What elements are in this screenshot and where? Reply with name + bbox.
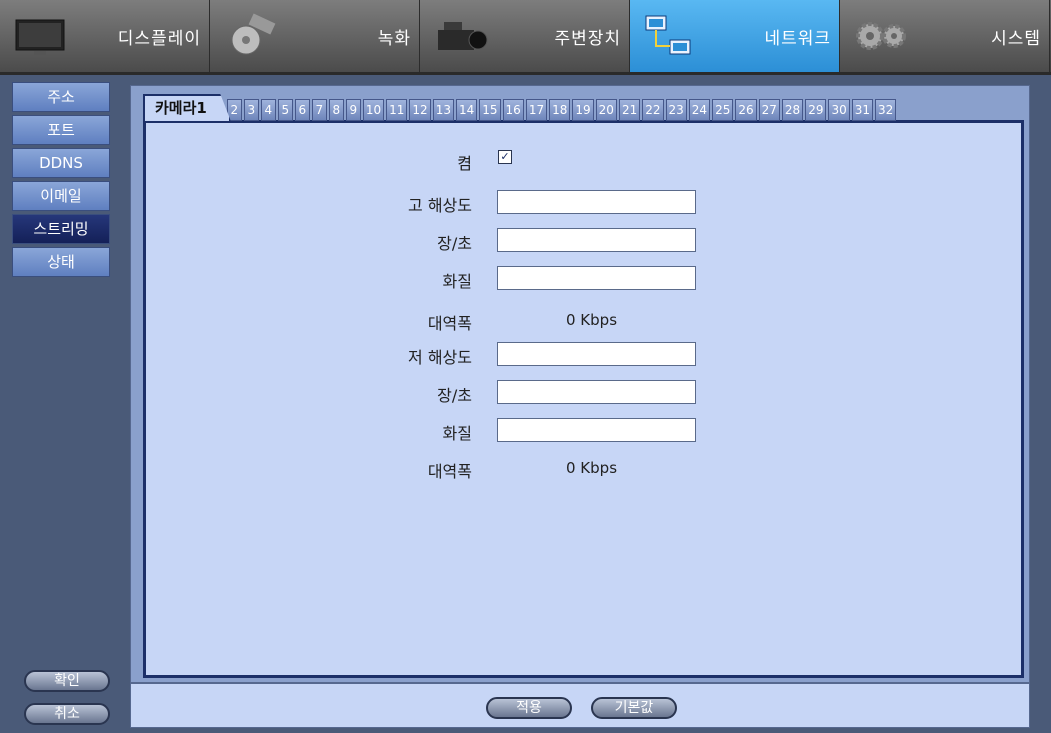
tab-camera-25[interactable]: 25 [712, 99, 734, 121]
tab-camera-19[interactable]: 19 [572, 99, 594, 121]
high-bandwidth-label: 대역폭 [427, 314, 472, 333]
camcorder-icon [438, 22, 488, 50]
sidebar-item-ddns[interactable]: DDNS [12, 148, 110, 178]
sidebar: 주소 포트 DDNS 이메일 스트리밍 상태 [12, 82, 110, 280]
default-button[interactable]: 기본값 [591, 697, 677, 719]
high-bandwidth-value: 0 Kbps [566, 311, 618, 329]
tab-camera-21[interactable]: 21 [618, 99, 641, 121]
low-res-label: 저 해상도 [408, 348, 472, 367]
high-fps-field[interactable] [497, 228, 696, 252]
tab-camera-28[interactable]: 28 [781, 99, 804, 121]
tab-camera-7[interactable]: 7 [311, 99, 327, 121]
tab-camera-23[interactable]: 23 [665, 99, 687, 121]
tab-camera-20[interactable]: 20 [595, 99, 617, 121]
low-quality-field[interactable] [497, 418, 696, 442]
enable-checkbox[interactable]: ✓ [498, 150, 512, 164]
bottom-button-bar [130, 683, 1030, 728]
high-res-field[interactable] [497, 190, 696, 214]
tab-camera-4[interactable]: 4 [260, 99, 276, 121]
tab-camera-13[interactable]: 13 [432, 99, 454, 121]
tab-camera-15[interactable]: 15 [479, 99, 501, 121]
tab-camera-18[interactable]: 18 [549, 99, 571, 121]
sidebar-item-port[interactable]: 포트 [12, 115, 110, 145]
high-fps-label: 장/초 [437, 234, 472, 253]
tab-camera-5[interactable]: 5 [277, 99, 293, 121]
monitor-icon [15, 19, 65, 55]
sidebar-item-address[interactable]: 주소 [12, 82, 110, 112]
tab-camera-8[interactable]: 8 [328, 99, 344, 121]
tab-camera-32[interactable]: 32 [875, 99, 897, 121]
apply-button[interactable]: 적용 [486, 697, 572, 719]
tab-camera-29[interactable]: 29 [805, 99, 827, 121]
tab-camera-16[interactable]: 16 [502, 99, 524, 121]
tab-display[interactable]: 디스플레이 [0, 0, 210, 72]
camera-number-tabs: 2 3 4 5 6 7 8 9 10 11 12 13 14 15 16 17 18 19 20 21 22 23 24 25… [225, 99, 897, 121]
enable-label: 켬 [457, 154, 472, 173]
low-quality-label: 화질 [442, 424, 472, 443]
film-reel-icon [231, 13, 276, 55]
tab-camera-6[interactable]: 6 [294, 99, 310, 121]
high-quality-field[interactable] [497, 266, 696, 290]
gears-icon [856, 22, 906, 50]
top-tab-bar: 디스플레이 녹화 주변장치 네트워크 시스템 [0, 0, 1051, 75]
sidebar-item-email[interactable]: 이메일 [12, 181, 110, 211]
low-bandwidth-label: 대역폭 [427, 462, 472, 481]
check-mark-icon: ✓ [500, 150, 510, 163]
tab-peripherals[interactable]: 주변장치 [420, 0, 630, 72]
tab-camera-10[interactable]: 10 [362, 99, 385, 121]
tab-camera-1[interactable]: 카메라1 [143, 94, 231, 121]
low-fps-label: 장/초 [437, 386, 472, 405]
tab-network-label: 네트워크 [764, 29, 831, 49]
tab-camera-26[interactable]: 26 [735, 99, 757, 121]
tab-camera-17[interactable]: 17 [525, 99, 548, 121]
high-quality-label: 화질 [442, 272, 472, 291]
tab-display-label: 디스플레이 [117, 29, 201, 49]
tab-recording[interactable]: 녹화 [210, 0, 420, 72]
low-res-field[interactable] [497, 342, 696, 366]
tab-peripherals-label: 주변장치 [554, 29, 621, 49]
high-res-label: 고 해상도 [408, 196, 472, 215]
sidebar-item-status[interactable]: 상태 [12, 247, 110, 277]
tab-camera-24[interactable]: 24 [688, 99, 711, 121]
cancel-button[interactable]: 취소 [24, 703, 110, 725]
network-icon [645, 15, 691, 55]
tab-camera-30[interactable]: 30 [828, 99, 850, 121]
tab-camera-31[interactable]: 31 [851, 99, 874, 121]
tab-camera-11[interactable]: 11 [386, 99, 408, 121]
tab-camera-9[interactable]: 9 [345, 99, 361, 121]
tab-camera-14[interactable]: 14 [455, 99, 478, 121]
tab-recording-label: 녹화 [377, 29, 411, 49]
low-fps-field[interactable] [497, 380, 696, 404]
tab-network[interactable]: 네트워크 [630, 0, 840, 72]
camera-tabs: 카메라1 2 3 4 5 6 7 8 9 10 11 12 13 14 15 16 17 18 19 20 21 22 2… [143, 93, 897, 121]
tab-system[interactable]: 시스템 [840, 0, 1050, 72]
sidebar-item-streaming[interactable]: 스트리밍 [12, 214, 110, 244]
ok-button[interactable]: 확인 [24, 670, 110, 692]
tab-camera-27[interactable]: 27 [758, 99, 780, 121]
low-bandwidth-value: 0 Kbps [566, 459, 618, 477]
tab-system-label: 시스템 [991, 29, 1041, 49]
tab-camera-3[interactable]: 3 [243, 99, 259, 121]
tab-camera-22[interactable]: 22 [642, 99, 664, 121]
tab-camera-12[interactable]: 12 [409, 99, 431, 121]
